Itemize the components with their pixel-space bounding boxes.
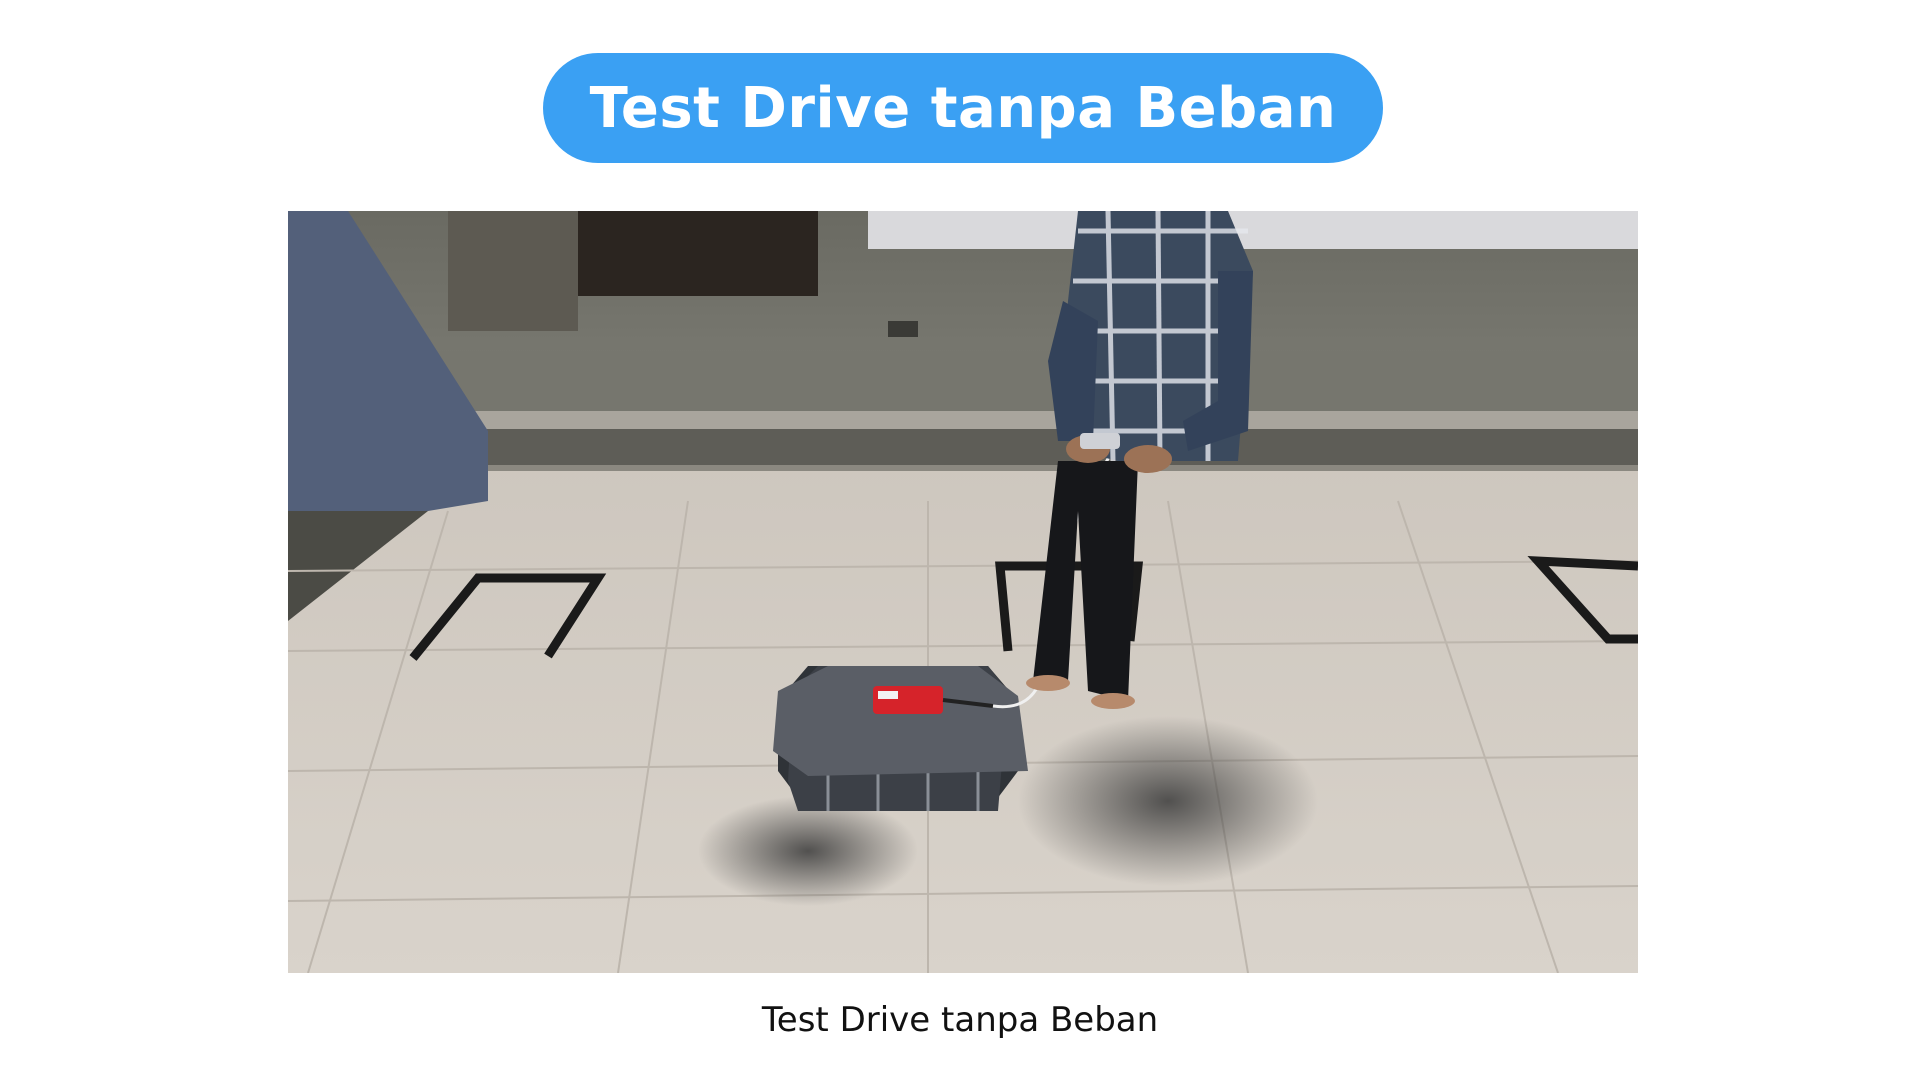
slide: Test Drive tanpa Beban Test Drive tanpa … [0, 0, 1920, 1080]
video-still [288, 211, 1638, 973]
title-banner: Test Drive tanpa Beban [543, 53, 1383, 163]
page-title: Test Drive tanpa Beban [589, 75, 1337, 141]
video-image [288, 211, 1638, 973]
image-caption: Test Drive tanpa Beban [761, 1000, 1159, 1040]
